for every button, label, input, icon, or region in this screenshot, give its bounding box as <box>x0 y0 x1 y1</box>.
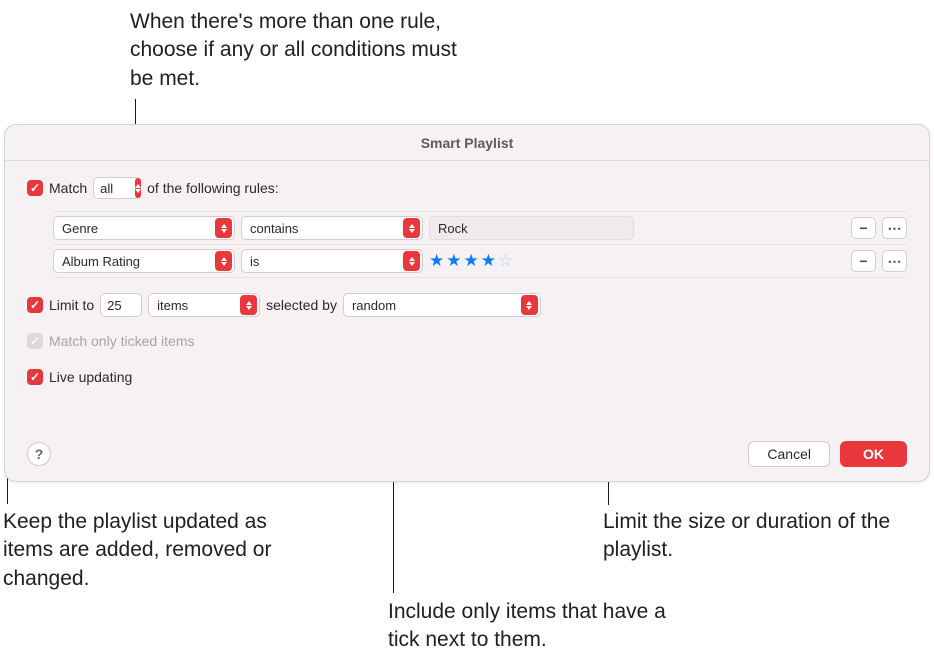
rule-row: Genre contains Rock <box>53 211 907 245</box>
rule-row: Album Rating is ★★★★☆ <box>53 245 907 278</box>
rule-op-value: contains <box>250 221 320 236</box>
rule-field-popup[interactable]: Album Rating <box>53 249 235 273</box>
match-label-post: of the following rules: <box>147 180 279 196</box>
smart-playlist-dialog: Smart Playlist Match all of the followin… <box>4 124 930 482</box>
limit-unit-value: items <box>157 298 210 313</box>
chevrons-icon <box>215 251 232 271</box>
callout-text-match-ticked: Include only items that have a tick next… <box>388 598 688 655</box>
rules-list: Genre contains Rock Album Rating <box>53 211 907 278</box>
live-updating-row: Live updating <box>27 364 907 390</box>
rule-op-popup[interactable]: contains <box>241 216 423 240</box>
callout-text-match-mode: When there's more than one rule, choose … <box>130 8 470 93</box>
match-label-pre: Match <box>49 180 87 196</box>
match-checkbox[interactable] <box>27 180 43 196</box>
limit-label: Limit to <box>49 297 94 313</box>
rule-more-button[interactable] <box>882 217 907 239</box>
match-ticked-label: Match only ticked items <box>49 333 195 349</box>
match-mode-value: all <box>100 181 135 196</box>
match-ticked-checkbox[interactable] <box>27 333 43 349</box>
remove-rule-button[interactable] <box>851 217 876 239</box>
match-ticked-row: Match only ticked items <box>27 328 907 354</box>
limit-count-field[interactable]: 25 <box>100 293 142 317</box>
dialog-footer: ? Cancel OK <box>27 441 907 467</box>
selected-by-popup[interactable]: random <box>343 293 541 317</box>
rule-op-popup[interactable]: is <box>241 249 423 273</box>
live-updating-label: Live updating <box>49 369 132 385</box>
rule-stars[interactable]: ★★★★☆ <box>429 251 515 271</box>
rule-more-button[interactable] <box>882 250 907 272</box>
match-mode-popup[interactable]: all <box>93 177 141 199</box>
selected-by-value: random <box>352 298 418 313</box>
rule-field-value: Genre <box>62 221 120 236</box>
limit-count-value: 25 <box>107 298 121 313</box>
chevrons-icon <box>521 295 538 315</box>
chevrons-icon <box>135 178 141 198</box>
remove-rule-button[interactable] <box>851 250 876 272</box>
rule-field-value: Album Rating <box>62 254 162 269</box>
ok-button[interactable]: OK <box>840 441 907 467</box>
chevrons-icon <box>403 218 420 238</box>
limit-checkbox[interactable] <box>27 297 43 313</box>
rule-field-popup[interactable]: Genre <box>53 216 235 240</box>
callout-text-live-updating: Keep the playlist updated as items are a… <box>3 508 283 593</box>
cancel-button[interactable]: Cancel <box>748 441 830 467</box>
rule-value-text: Rock <box>438 221 468 236</box>
selected-by-label: selected by <box>266 297 337 313</box>
chevrons-icon <box>403 251 420 271</box>
help-button[interactable]: ? <box>27 442 51 466</box>
chevrons-icon <box>240 295 257 315</box>
dialog-title: Smart Playlist <box>5 125 929 161</box>
limit-row: Limit to 25 items selected by random <box>27 292 907 318</box>
chevrons-icon <box>215 218 232 238</box>
limit-unit-popup[interactable]: items <box>148 293 260 317</box>
match-row: Match all of the following rules: <box>27 175 907 201</box>
rule-value-field[interactable]: Rock <box>429 216 634 240</box>
live-updating-checkbox[interactable] <box>27 369 43 385</box>
rule-op-value: is <box>250 254 281 269</box>
callout-text-limit: Limit the size or duration of the playli… <box>603 508 893 565</box>
